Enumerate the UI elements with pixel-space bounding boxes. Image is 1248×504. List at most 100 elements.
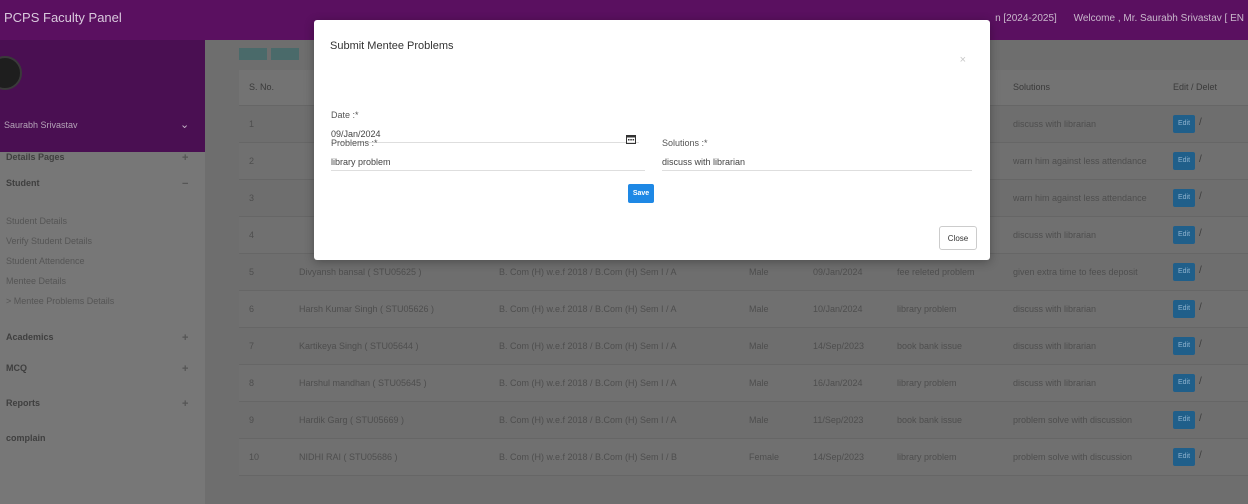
table-cell: Male bbox=[739, 327, 803, 365]
header-info: n [2024-2025] Welcome , Mr. Saurabh Sriv… bbox=[995, 13, 1244, 24]
table-cell: 4 bbox=[239, 216, 289, 254]
table-cell: B. Com (H) w.e.f 2018 / B.Com (H) Sem I … bbox=[489, 290, 739, 328]
table-cell: Male bbox=[739, 401, 803, 439]
edit-button[interactable]: Edit bbox=[1173, 447, 1195, 466]
action-separator: / bbox=[1199, 301, 1202, 313]
action-separator: / bbox=[1199, 227, 1202, 239]
action-cell: Edit / bbox=[1163, 253, 1248, 291]
table-cell: B. Com (H) w.e.f 2018 / B.Com (H) Sem I … bbox=[489, 401, 739, 439]
action-separator: / bbox=[1199, 264, 1202, 276]
expand-icon[interactable]: + bbox=[182, 332, 188, 344]
date-label: Date :* bbox=[331, 110, 359, 120]
close-icon[interactable]: × bbox=[960, 54, 966, 66]
table-cell: book bank issue bbox=[887, 401, 1003, 439]
problems-label: Problems :* bbox=[331, 138, 378, 148]
table-cell: discuss with librarian bbox=[1003, 290, 1163, 328]
column-header[interactable]: Edit / Delet bbox=[1163, 70, 1248, 106]
expand-icon[interactable]: + bbox=[182, 152, 188, 164]
sidebar-item-label: Student bbox=[6, 178, 40, 188]
table-cell: 14/Sep/2023 bbox=[803, 327, 887, 365]
action-separator: / bbox=[1199, 153, 1202, 165]
sidebar-item-label: Mentee Details bbox=[6, 276, 67, 286]
expand-icon[interactable]: + bbox=[182, 398, 188, 410]
action-separator: / bbox=[1199, 338, 1202, 350]
calendar-icon[interactable] bbox=[626, 134, 636, 144]
user-panel: Saurabh Srivastav ⌄ bbox=[0, 40, 205, 152]
action-cell: Edit / bbox=[1163, 290, 1248, 328]
table-cell: discuss with librarian bbox=[1003, 105, 1163, 143]
table-cell: library problem bbox=[887, 438, 1003, 476]
table-cell: 8 bbox=[239, 364, 289, 402]
table-cell: discuss with librarian bbox=[1003, 216, 1163, 254]
action-separator: / bbox=[1199, 449, 1202, 461]
table-cell: warn him against less attendance bbox=[1003, 179, 1163, 217]
table-cell: Kartikeya Singh ( STU05644 ) bbox=[289, 327, 489, 365]
edit-button[interactable]: Edit bbox=[1173, 188, 1195, 207]
close-button[interactable]: Close bbox=[939, 226, 977, 250]
table-cell: 16/Jan/2024 bbox=[803, 364, 887, 402]
table-cell: Hardik Garg ( STU05669 ) bbox=[289, 401, 489, 439]
table-cell: Female bbox=[739, 438, 803, 476]
table-row: 7 Kartikeya Singh ( STU05644 ) B. Com (H) … bbox=[239, 327, 1248, 365]
sidebar-item-label: > Mentee Problems Details bbox=[6, 296, 115, 306]
save-button[interactable]: Save bbox=[628, 184, 654, 203]
column-header[interactable]: Solutions bbox=[1003, 70, 1163, 106]
edit-button[interactable]: Edit bbox=[1173, 114, 1195, 133]
edit-button[interactable]: Edit bbox=[1173, 262, 1195, 281]
table-cell: problem solve with discussion bbox=[1003, 438, 1163, 476]
table-cell: NIDHI RAI ( STU05686 ) bbox=[289, 438, 489, 476]
sidebar-item-label: Student Details bbox=[6, 216, 68, 226]
user-name[interactable]: Saurabh Srivastav bbox=[4, 120, 78, 130]
table-row: 9 Hardik Garg ( STU05669 ) B. Com (H) w.e.… bbox=[239, 401, 1248, 439]
table-cell: Male bbox=[739, 290, 803, 328]
sidebar-item-label: Details Pages bbox=[6, 152, 65, 162]
sidebar-item-label: Reports bbox=[6, 398, 41, 408]
table-cell: problem solve with discussion bbox=[1003, 401, 1163, 439]
solutions-field[interactable] bbox=[662, 153, 972, 171]
table-cell: book bank issue bbox=[887, 327, 1003, 365]
table-cell: Harshul mandhan ( STU05645 ) bbox=[289, 364, 489, 402]
action-separator: / bbox=[1199, 375, 1202, 387]
welcome-label[interactable]: Welcome , Mr. Saurabh Srivastav [ EN bbox=[1074, 13, 1244, 24]
expand-icon[interactable]: + bbox=[182, 363, 188, 375]
session-label: n [2024-2025] bbox=[995, 13, 1057, 24]
table-row: 6 Harsh Kumar Singh ( STU05626 ) B. Com (H… bbox=[239, 290, 1248, 328]
toolbar-button[interactable] bbox=[239, 48, 267, 60]
table-cell: 5 bbox=[239, 253, 289, 291]
edit-button[interactable]: Edit bbox=[1173, 336, 1195, 355]
action-separator: / bbox=[1199, 190, 1202, 202]
table-cell: 7 bbox=[239, 327, 289, 365]
avatar bbox=[0, 56, 22, 90]
sidebar-item-label: Academics bbox=[6, 332, 54, 342]
column-header[interactable]: S. No. bbox=[239, 70, 289, 106]
table-cell: discuss with librarian bbox=[1003, 327, 1163, 365]
action-cell: Edit / bbox=[1163, 142, 1248, 180]
table-cell: 10 bbox=[239, 438, 289, 476]
submit-mentee-problems-modal: Submit Mentee Problems × Date :* Problem… bbox=[314, 20, 990, 260]
edit-button[interactable]: Edit bbox=[1173, 151, 1195, 170]
solutions-label: Solutions :* bbox=[662, 138, 708, 148]
edit-button[interactable]: Edit bbox=[1173, 299, 1195, 318]
table-cell: library problem bbox=[887, 364, 1003, 402]
table-cell: library problem bbox=[887, 290, 1003, 328]
edit-button[interactable]: Edit bbox=[1173, 225, 1195, 244]
table-cell: B. Com (H) w.e.f 2018 / B.Com (H) Sem I … bbox=[489, 438, 739, 476]
sidebar-item-label: Verify Student Details bbox=[6, 236, 93, 246]
edit-button[interactable]: Edit bbox=[1173, 373, 1195, 392]
app-title[interactable]: PCPS Faculty Panel bbox=[4, 10, 122, 25]
table-cell: 2 bbox=[239, 142, 289, 180]
problems-field[interactable] bbox=[331, 153, 645, 171]
action-cell: Edit / bbox=[1163, 216, 1248, 254]
table-cell: Male bbox=[739, 364, 803, 402]
action-cell: Edit / bbox=[1163, 179, 1248, 217]
toolbar-button[interactable] bbox=[271, 48, 299, 60]
table-row: 10 NIDHI RAI ( STU05686 ) B. Com (H) w.e.f… bbox=[239, 438, 1248, 476]
sidebar: Saurabh Srivastav ⌄ Details Pages + Studen… bbox=[0, 40, 205, 504]
chevron-down-icon[interactable]: ⌄ bbox=[180, 118, 189, 131]
collapse-icon[interactable]: − bbox=[182, 178, 188, 190]
table-cell: 11/Sep/2023 bbox=[803, 401, 887, 439]
table-cell: given extra time to fees deposit bbox=[1003, 253, 1163, 291]
sidebar-item-label: complain bbox=[6, 433, 46, 443]
table-cell: B. Com (H) w.e.f 2018 / B.Com (H) Sem I … bbox=[489, 364, 739, 402]
edit-button[interactable]: Edit bbox=[1173, 410, 1195, 429]
